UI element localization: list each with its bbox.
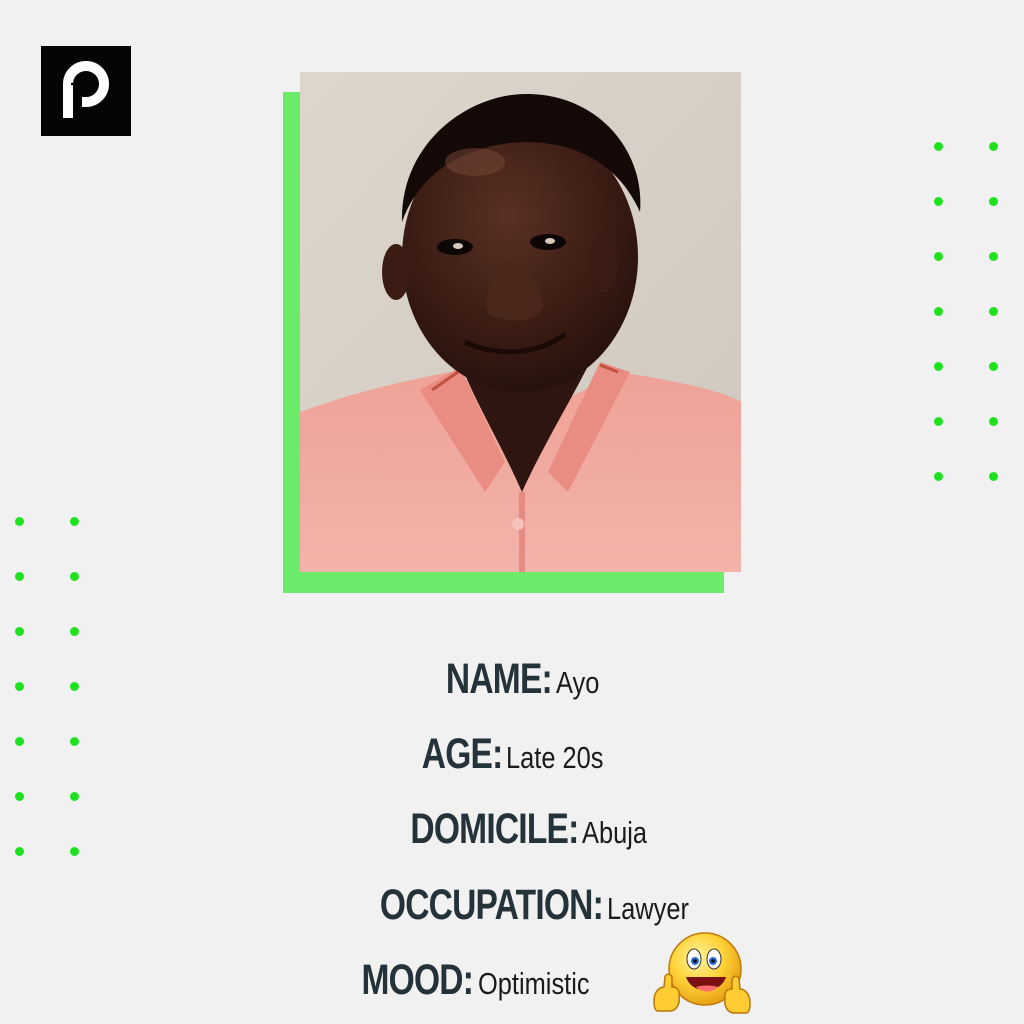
thumbs-up-smiley-icon [650,931,754,1019]
domicile-label: DOMICILE: [409,805,579,853]
name-label: NAME: [445,655,553,703]
domicile-row: DOMICILE: Abuja [0,805,1024,854]
mood-label: MOOD: [361,956,474,1004]
occupation-value: Lawyer [607,891,689,926]
portrait-photo [300,72,741,572]
age-value: Late 20s [506,740,604,775]
mood-value: Optimistic [477,966,590,1001]
mood-row: MOOD: Optimistic [0,956,984,1005]
occupation-label: OCCUPATION: [379,881,604,929]
pulse-logo [41,46,131,136]
age-row: AGE: Late 20s [0,730,1024,779]
pulse-p-logo-icon [63,61,109,118]
domicile-value: Abuja [582,815,648,850]
occupation-row: OCCUPATION: Lawyer [0,881,1024,930]
name-row: NAME: Ayo [0,655,1024,704]
age-label: AGE: [421,730,504,778]
name-value: Ayo [555,665,599,700]
